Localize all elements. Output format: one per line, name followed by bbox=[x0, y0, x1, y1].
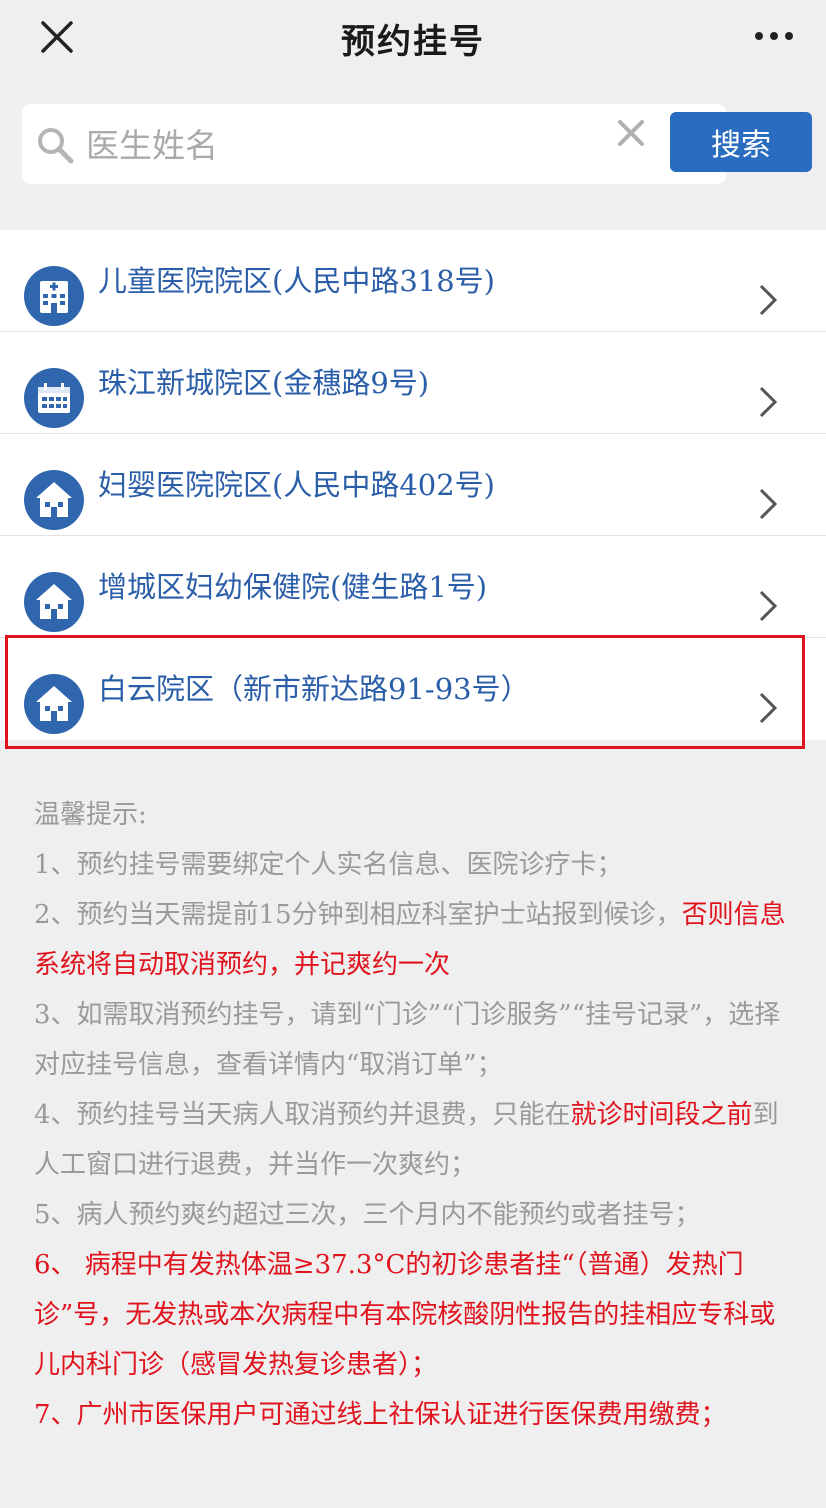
chevron-right-icon bbox=[759, 488, 778, 520]
campus-item-label: 增城区妇幼保健院(健生路1号) bbox=[98, 570, 488, 604]
more-dots-icon bbox=[755, 32, 793, 40]
search-area: 搜索 bbox=[0, 78, 826, 194]
search-input[interactable] bbox=[84, 114, 608, 176]
chevron-right-icon bbox=[759, 386, 778, 418]
house-icon bbox=[24, 674, 84, 734]
campus-item-label: 白云院区（新市新达路91-93号） bbox=[98, 672, 530, 706]
tip-item-4-warning: 就诊时间段之前 bbox=[570, 1100, 753, 1130]
tip-item-2-text: 2、预约当天需提前15分钟到相应科室护士站报到候诊， bbox=[34, 900, 682, 930]
chevron-right-icon bbox=[759, 284, 778, 316]
tip-item-5: 5、病人预约爽约超过三次，三个月内不能预约或者挂号； bbox=[34, 1200, 701, 1230]
search-box bbox=[22, 104, 726, 184]
tip-item-6: 6、 病程中有发热体温≥37.3°C的初诊患者挂“（普通）发热门诊”号，无发热或… bbox=[34, 1250, 776, 1380]
house-icon bbox=[24, 572, 84, 632]
campus-item-label: 妇婴医院院区(人民中路402号) bbox=[98, 468, 495, 502]
house-icon bbox=[24, 470, 84, 530]
search-icon bbox=[38, 128, 74, 164]
campus-item-label: 珠江新城院区(金穗路9号) bbox=[98, 366, 430, 400]
calendar-building-icon bbox=[24, 368, 84, 428]
campus-list: 儿童医院院区(人民中路318号) 珠江新城院区(金穗路9号) 妇婴医院院区(人民… bbox=[0, 230, 826, 740]
tip-item-3: 3、如需取消预约挂号，请到“门诊”“门诊服务”“挂号记录”，选择对应挂号信息，查… bbox=[34, 1000, 781, 1080]
chevron-right-icon bbox=[759, 692, 778, 724]
campus-item-children[interactable]: 儿童医院院区(人民中路318号) bbox=[0, 230, 826, 332]
campus-item-zengcheng[interactable]: 增城区妇幼保健院(健生路1号) bbox=[0, 536, 826, 638]
campus-item-maternity[interactable]: 妇婴医院院区(人民中路402号) bbox=[0, 434, 826, 536]
hospital-building-icon bbox=[24, 266, 84, 326]
tip-item-2: 2、预约当天需提前15分钟到相应科室护士站报到候诊，否则信息系统将自动取消预约，… bbox=[34, 890, 796, 990]
search-button[interactable]: 搜索 bbox=[670, 112, 812, 172]
chevron-right-icon bbox=[759, 590, 778, 622]
more-button[interactable] bbox=[752, 22, 796, 50]
campus-item-label: 儿童医院院区(人民中路318号) bbox=[98, 264, 495, 298]
tip-item-4-text: 4、预约挂号当天病人取消预约并退费，只能在 bbox=[34, 1100, 571, 1130]
tip-item-7: 7、广州市医保用户可通过线上社保认证进行医保费用缴费； bbox=[34, 1400, 727, 1430]
tip-item-4: 4、预约挂号当天病人取消预约并退费，只能在就诊时间段之前到人工窗口进行退费，并当… bbox=[34, 1090, 796, 1190]
campus-item-zhujiang[interactable]: 珠江新城院区(金穗路9号) bbox=[0, 332, 826, 434]
tips-title: 温馨提示: bbox=[34, 800, 147, 830]
tips-section: 温馨提示: 1、预约挂号需要绑定个人实名信息、医院诊疗卡； 2、预约当天需提前1… bbox=[34, 790, 796, 1440]
tip-item-1: 1、预约挂号需要绑定个人实名信息、医院诊疗卡； bbox=[34, 850, 623, 880]
top-bar: 预约挂号 bbox=[0, 0, 826, 78]
clear-icon[interactable] bbox=[616, 118, 646, 148]
campus-item-baiyun[interactable]: 白云院区（新市新达路91-93号） bbox=[0, 638, 826, 740]
page-title: 预约挂号 bbox=[341, 22, 485, 62]
